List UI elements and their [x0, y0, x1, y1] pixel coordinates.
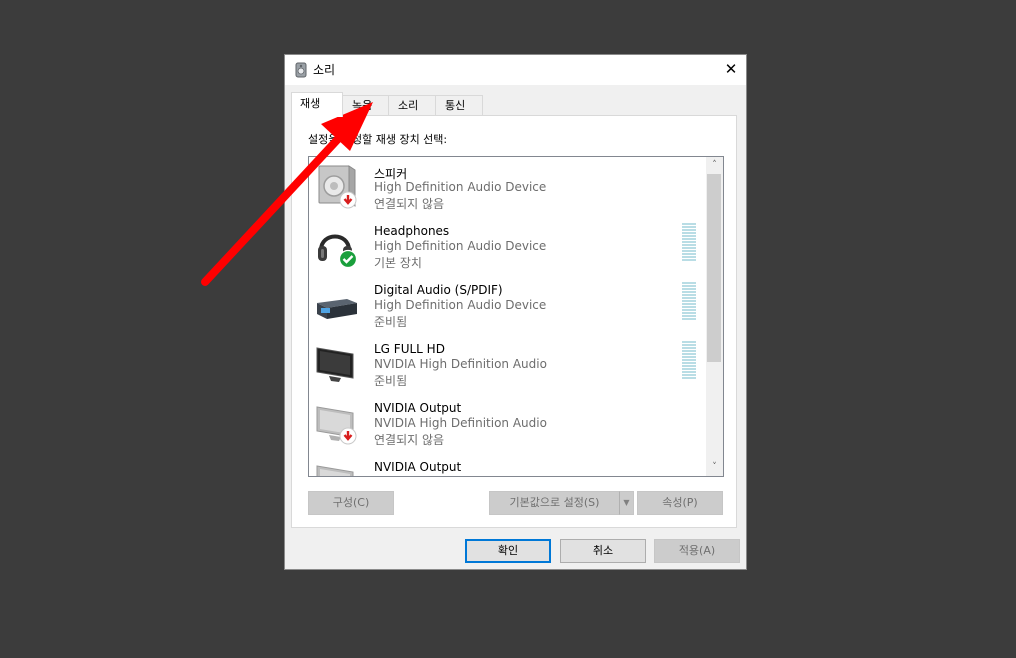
- disconnected-badge-icon: [339, 427, 357, 445]
- headphones-icon: [318, 234, 358, 268]
- scroll-up-arrow-icon[interactable]: ˄: [706, 157, 723, 174]
- device-list-scrollbar[interactable]: ˄ ˅: [706, 157, 723, 476]
- device-name: Digital Audio (S/PDIF): [374, 283, 503, 297]
- instruction-label: 설정을 수정할 재생 장치 선택:: [308, 133, 448, 146]
- level-meter: [682, 341, 696, 383]
- set-default-dropdown-icon[interactable]: ▼: [619, 491, 634, 515]
- level-meter: [682, 282, 696, 324]
- configure-button[interactable]: 구성(C): [308, 491, 394, 515]
- tab-sounds[interactable]: 소리: [388, 95, 436, 116]
- device-status: 준비됨: [374, 315, 408, 329]
- speaker-title-icon: [295, 62, 307, 78]
- device-name: NVIDIA Output: [374, 460, 462, 474]
- scroll-thumb[interactable]: [707, 174, 721, 362]
- device-description: NVIDIA High Definition Audio: [374, 416, 547, 430]
- speaker-icon: [318, 165, 357, 209]
- level-meter: [682, 223, 696, 265]
- device-item-digital-audio[interactable]: Digital Audio (S/PDIF) High Definition A…: [309, 277, 705, 336]
- device-status: 준비됨: [374, 374, 408, 388]
- set-default-button[interactable]: 기본값으로 설정(S): [489, 491, 620, 515]
- digital-audio-receiver-icon: [317, 299, 357, 319]
- playback-panel: 설정을 수정할 재생 장치 선택: 스피커 High Definition Au…: [291, 115, 737, 528]
- tab-playback[interactable]: 재생: [291, 92, 343, 117]
- disconnected-badge-icon: [339, 191, 357, 209]
- device-list: 스피커 High Definition Audio Device 연결되지 않음…: [308, 156, 724, 477]
- device-item-lg-full-hd[interactable]: LG FULL HD NVIDIA High Definition Audio …: [309, 336, 705, 395]
- device-description: High Definition Audio Device: [374, 239, 547, 253]
- monitor-disabled-icon: [316, 465, 354, 476]
- device-status: 연결되지 않음: [374, 197, 445, 211]
- tab-recording[interactable]: 녹음: [342, 95, 389, 116]
- device-status: 기본 장치: [374, 256, 422, 270]
- device-item-speaker[interactable]: 스피커 High Definition Audio Device 연결되지 않음: [309, 159, 705, 218]
- cancel-button[interactable]: 취소: [560, 539, 646, 563]
- scroll-down-arrow-icon[interactable]: ˅: [706, 459, 723, 476]
- device-description: High Definition Audio Device: [374, 180, 547, 194]
- device-item-nvidia-output[interactable]: NVIDIA Output NVIDIA High Definition Aud…: [309, 395, 705, 454]
- device-name: Headphones: [374, 224, 450, 238]
- sound-dialog: 소리 ✕ 재생 녹음 소리 통신 설정을 수정할 재생 장치 선택: 스피커 H…: [284, 54, 747, 570]
- device-description: NVIDIA High Definition Audio: [374, 357, 547, 371]
- device-name: LG FULL HD: [374, 342, 445, 356]
- window-title: 소리: [313, 63, 336, 77]
- ok-button[interactable]: 확인: [465, 539, 551, 563]
- device-item-headphones[interactable]: Headphones High Definition Audio Device …: [309, 218, 705, 277]
- device-name: NVIDIA Output: [374, 401, 462, 415]
- close-button[interactable]: ✕: [716, 55, 746, 85]
- monitor-disabled-icon: [316, 406, 357, 445]
- tab-communications[interactable]: 통신: [435, 95, 483, 116]
- device-description: High Definition Audio Device: [374, 298, 547, 312]
- title-bar[interactable]: 소리 ✕: [285, 55, 746, 85]
- default-device-check-icon: [338, 249, 358, 268]
- monitor-icon: [316, 347, 354, 382]
- device-item-nvidia-output-2[interactable]: NVIDIA Output: [309, 454, 705, 476]
- properties-button[interactable]: 속성(P): [637, 491, 723, 515]
- device-status: 연결되지 않음: [374, 433, 445, 447]
- apply-button[interactable]: 적용(A): [654, 539, 740, 563]
